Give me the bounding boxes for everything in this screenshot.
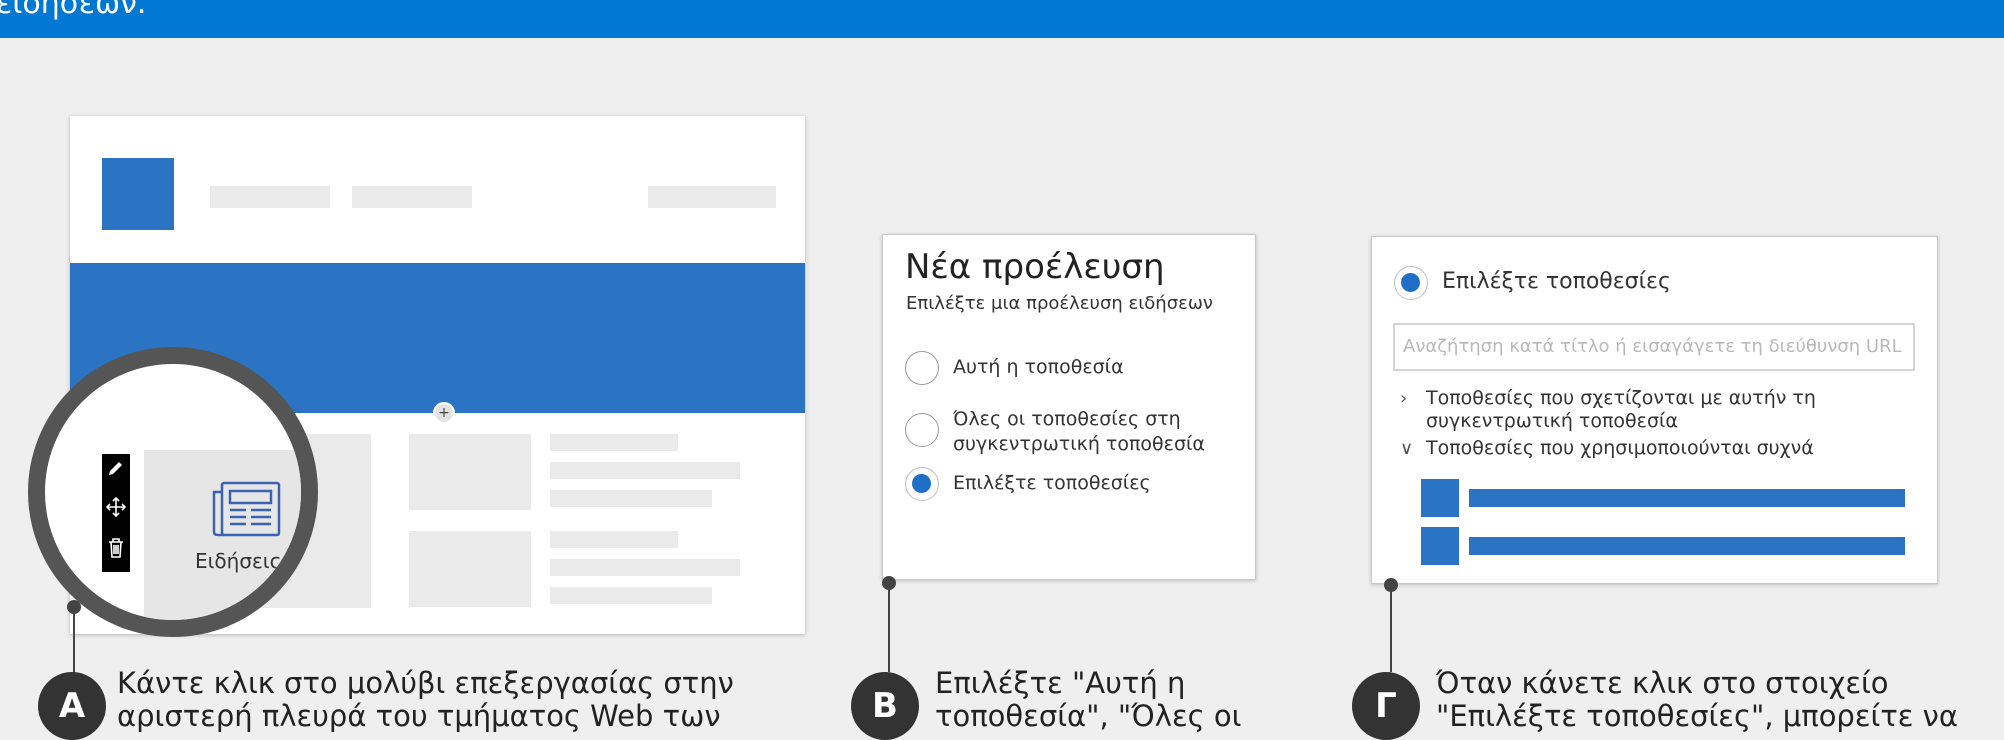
new-source-dialog: Νέα προέλευση Επιλέξτε μια προέλευση ειδ… [882,234,1256,580]
site-title-placeholder[interactable] [1469,537,1905,555]
caption-line: Επιλέξτε "Αυτή η [935,666,1186,700]
news-webpart-tile [144,450,301,620]
magnifier: Ειδήσεις [28,347,318,637]
text-placeholder [550,587,712,604]
step-badge-b: B [851,672,919,740]
option-select-sites[interactable]: Επιλέξτε τοποθεσίες [905,467,1151,501]
nav-placeholder [210,186,330,208]
dialog-subtitle: Επιλέξτε μια προέλευση ειδήσεων [906,293,1213,314]
news-label: Ειδήσεις [195,549,282,573]
caption-line: αριστερή πλευρά του τμήματος Web των [117,699,721,733]
site-search-input[interactable]: Αναζήτηση κατά τίτλο ή εισαγάγετε τη διε… [1393,323,1915,371]
caption-line: τοποθεσία", "Όλες οι [935,699,1242,733]
callout-line [73,606,75,674]
text-placeholder [550,462,740,479]
chevron-right-icon[interactable]: › [1400,387,1426,433]
caption-line: Όταν κάνετε κλικ στο στοιχείο [1436,666,1889,700]
text-placeholder [550,559,740,576]
step-a-caption: Κάντε κλικ στο μολύβι επεξεργασίας στην … [117,667,734,733]
option-label: Επιλέξτε τοποθεσίες [953,472,1151,494]
caption-line: "Επιλέξτε τοποθεσίες", μπορείτε να [1436,699,1958,733]
step-b-caption: Επιλέξτε "Αυτή η τοποθεσία", "Όλες οι [935,667,1241,733]
option-all-hub-sites[interactable]: Όλες οι τοποθεσίες στη συγκεντρωτική τοπ… [905,407,1233,457]
content-placeholder [409,434,531,510]
option-label: Επιλέξτε τοποθεσίες [1442,269,1671,294]
pencil-icon[interactable] [102,458,130,483]
tree-item-frequent-sites[interactable]: ∨ Τοποθεσίες που χρησιμοποιούνται συχνά [1400,437,1814,460]
site-thumbnail [1421,527,1459,565]
radio-button-selected[interactable] [1394,266,1428,300]
radio-button[interactable] [905,351,939,385]
content-placeholder [409,531,531,607]
radio-button[interactable] [905,413,939,447]
trash-icon[interactable] [102,536,130,565]
text-placeholder [550,434,678,451]
news-icon [210,480,282,542]
add-section-button[interactable]: + [433,402,455,424]
text-placeholder [550,531,678,548]
step-badge-c: Γ [1352,672,1420,740]
radio-button-selected[interactable] [905,467,939,501]
step-c-caption: Όταν κάνετε κλικ στο στοιχείο "Επιλέξτε … [1436,667,1958,733]
dialog-title: Νέα προέλευση [905,247,1165,287]
site-logo [102,158,174,230]
option-label: Όλες οι τοποθεσίες στη συγκεντρωτική τοπ… [953,408,1205,455]
callout-line [888,582,890,672]
select-sites-panel: Επιλέξτε τοποθεσίες Αναζήτηση κατά τίτλο… [1371,236,1938,584]
header-banner: ειδήσεων. [0,0,2004,38]
option-label: Αυτή η τοποθεσία [953,356,1124,378]
step-badge-a: A [38,672,106,740]
option-select-sites[interactable]: Επιλέξτε τοποθεσίες [1394,266,1671,300]
chevron-down-icon[interactable]: ∨ [1400,437,1426,460]
callout-line [1390,584,1392,672]
tree-item-label: Τοποθεσίες που σχετίζονται με αυτήν τη σ… [1426,387,1816,432]
webpart-toolbar [102,454,130,572]
nav-placeholder [648,186,776,208]
nav-placeholder [352,186,472,208]
caption-line: Κάντε κλικ στο μολύβι επεξεργασίας στην [117,666,734,700]
tree-item-associated-sites[interactable]: › Τοποθεσίες που σχετίζονται με αυτήν τη… [1400,387,1866,433]
site-thumbnail [1421,479,1459,517]
header-text: ειδήσεων. [0,0,147,21]
move-icon[interactable] [102,496,130,523]
option-this-site[interactable]: Αυτή η τοποθεσία [905,351,1124,385]
text-placeholder [550,490,712,507]
site-title-placeholder[interactable] [1469,489,1905,507]
tree-item-label: Τοποθεσίες που χρησιμοποιούνται συχνά [1426,437,1814,459]
